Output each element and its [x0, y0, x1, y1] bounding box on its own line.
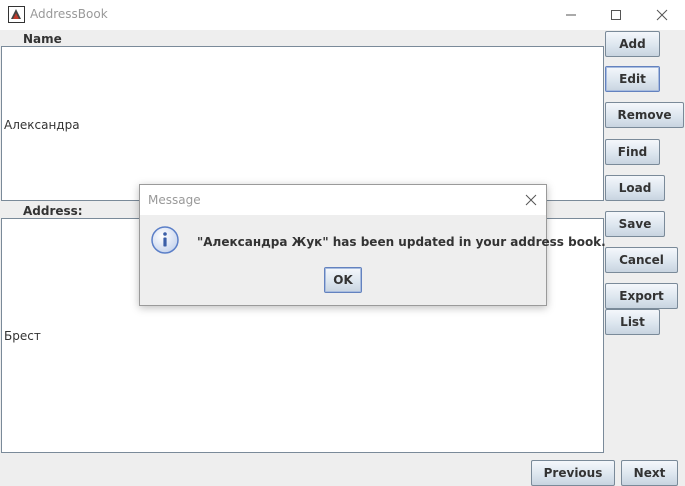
dialog-close-button[interactable] — [520, 191, 542, 209]
next-button[interactable]: Next — [621, 460, 678, 486]
message-dialog: Message "Александра Жук" has been update… — [139, 184, 606, 306]
dialog-message: "Александра Жук" has been updated in you… — [197, 235, 606, 249]
dialog-title: Message — [148, 193, 201, 207]
remove-button[interactable]: Remove — [605, 102, 684, 128]
maximize-icon — [611, 10, 621, 20]
maximize-button[interactable] — [593, 0, 639, 30]
window-titlebar: AddressBook — [0, 0, 685, 30]
minimize-button[interactable] — [548, 0, 594, 30]
close-button[interactable] — [639, 0, 685, 30]
find-button[interactable]: Find — [605, 139, 660, 165]
export-button[interactable]: Export — [605, 283, 678, 309]
ok-button[interactable]: OK — [324, 267, 362, 293]
java-app-icon — [8, 6, 25, 23]
previous-button[interactable]: Previous — [531, 460, 615, 486]
save-button[interactable]: Save — [605, 211, 665, 237]
close-icon — [656, 9, 668, 21]
close-icon — [525, 194, 537, 206]
name-value: Александра — [4, 118, 80, 132]
address-label: Address: — [23, 204, 83, 218]
address-value: Брест — [4, 329, 41, 343]
edit-button[interactable]: Edit — [605, 66, 660, 92]
load-button[interactable]: Load — [605, 175, 665, 201]
name-text-area[interactable]: Александра — [1, 46, 604, 201]
name-label: Name — [23, 32, 62, 46]
cancel-button[interactable]: Cancel — [605, 247, 678, 273]
dialog-titlebar: Message — [140, 185, 546, 215]
add-button[interactable]: Add — [605, 31, 660, 57]
window-title: AddressBook — [30, 7, 108, 21]
list-button[interactable]: List — [605, 309, 660, 335]
info-icon — [150, 225, 180, 255]
minimize-icon — [566, 14, 576, 16]
